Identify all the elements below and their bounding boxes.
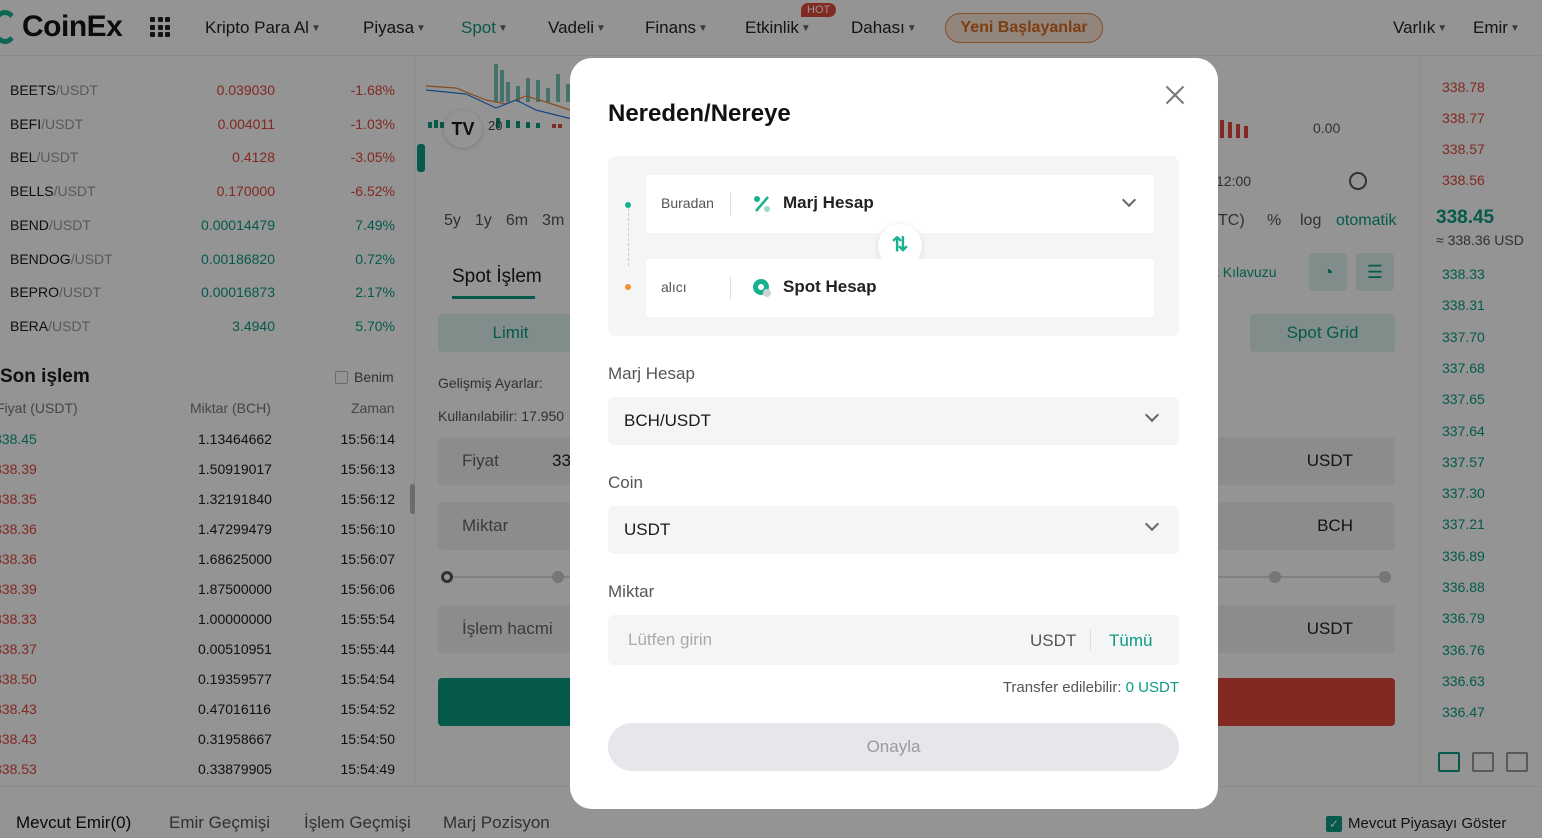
dashed-connector [627,208,629,266]
account-selector: Buradan Marj Hesap ⇅ alıcı Spot Hesap [608,156,1179,336]
pair-value: BCH/USDT [624,411,711,430]
all-button[interactable]: Tümü [1109,631,1152,651]
from-label: Buradan [661,195,714,211]
transferable-value: 0 USDT [1125,679,1179,696]
modal-title: Nereden/Nereye [608,100,791,127]
coin-label: Coin [608,473,643,492]
chevron-down-icon [1144,407,1160,423]
coin-value: USDT [624,520,671,539]
chevron-down-icon [1144,516,1160,532]
confirm-button[interactable]: Onayla [608,723,1179,771]
to-account-row: alıcı Spot Hesap [646,259,1154,317]
pair-select[interactable]: BCH/USDT [608,397,1179,445]
spot-account-icon [753,279,771,297]
coin-select[interactable]: USDT [608,506,1179,554]
chevron-down-icon [1121,192,1137,208]
close-icon[interactable] [1162,82,1188,108]
to-dot [625,284,631,290]
transferable-label: Transfer edilebilir: [1002,679,1122,696]
transfer-modal: Nereden/Nereye Buradan Marj Hesap ⇅ alıc… [570,58,1218,809]
to-label: alıcı [661,279,687,295]
pair-label: Marj Hesap [608,364,695,383]
amount-input-field[interactable] [608,615,1008,665]
from-account-name: Marj Hesap [783,193,874,212]
to-account-name: Spot Hesap [783,277,877,296]
transferable-info: Transfer edilebilir: 0 USDT [1003,679,1179,696]
amount-field: USDT Tümü [608,615,1179,665]
amount-unit-label: USDT [1030,631,1077,650]
amount-field-label: Miktar [608,582,655,601]
margin-percent-icon [754,196,770,212]
